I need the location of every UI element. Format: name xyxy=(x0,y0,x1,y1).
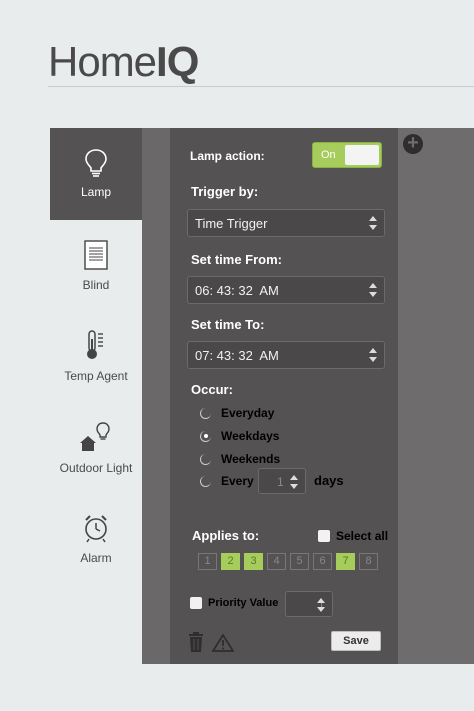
radio-label: Weekdays xyxy=(221,429,280,443)
time-to-input[interactable]: 07: 43: 32 AM xyxy=(187,341,385,369)
lamp-action-label: Lamp action: xyxy=(190,149,265,163)
trigger-select[interactable]: Time Trigger xyxy=(187,209,385,237)
select-arrows-icon xyxy=(369,216,377,230)
toggle-label: On xyxy=(321,149,336,161)
sidebar-item-alarm[interactable]: Alarm xyxy=(50,496,142,582)
header-divider xyxy=(48,86,474,87)
toggle-knob xyxy=(345,145,379,165)
select-all-checkbox[interactable]: Select all xyxy=(318,529,388,543)
time-from-input[interactable]: 06: 43: 32 AM xyxy=(187,276,385,304)
sidebar: Lamp Blind Temp Agent Outdoor Light Alar… xyxy=(50,128,142,582)
add-button[interactable]: + xyxy=(403,132,423,154)
apply-day-box[interactable]: 3 xyxy=(244,553,263,570)
lamp-action-toggle[interactable]: On xyxy=(312,142,382,168)
app-logo: HomeIQ xyxy=(48,38,199,85)
radio-circle xyxy=(200,475,211,487)
stepper-arrows-icon xyxy=(290,475,298,489)
priority-checkbox[interactable]: Priority Value xyxy=(190,597,278,609)
time-from-label: Set time From: xyxy=(191,252,283,267)
select-all-label: Select all xyxy=(336,529,389,543)
apply-day-box[interactable]: 6 xyxy=(313,553,332,570)
apply-day-box[interactable]: 1 xyxy=(198,553,217,570)
sidebar-item-lamp[interactable]: Lamp xyxy=(50,128,142,220)
applies-days-row: 1 2 3 4 5 6 7 8 xyxy=(198,553,378,570)
sidebar-item-label: Temp Agent xyxy=(64,369,128,383)
sidebar-item-label: Lamp xyxy=(80,185,112,199)
time-to-label: Set time To: xyxy=(191,317,265,332)
occur-every-radio[interactable]: Every xyxy=(200,474,254,488)
checkbox-box xyxy=(318,530,330,542)
radio-circle xyxy=(200,407,211,419)
occur-weekdays-radio[interactable]: Weekdays xyxy=(200,429,279,443)
occur-label: Occur: xyxy=(191,382,233,397)
occur-weekends-radio[interactable]: Weekends xyxy=(200,452,280,466)
time-from-value: 06: 43: 32 AM xyxy=(195,283,279,298)
apply-day-box[interactable]: 5 xyxy=(290,553,309,570)
apply-day-box[interactable]: 7 xyxy=(336,553,355,570)
outdoor-light-icon xyxy=(80,422,110,451)
sidebar-item-label: Alarm xyxy=(80,551,112,565)
blind-icon xyxy=(84,240,108,270)
stepper-value: 1 xyxy=(277,475,284,489)
trigger-value: Time Trigger xyxy=(195,216,268,231)
radio-circle xyxy=(200,430,211,442)
stepper-arrows-icon xyxy=(369,348,377,362)
checkbox-box xyxy=(190,597,202,609)
sidebar-item-temp-agent[interactable]: Temp Agent xyxy=(50,312,142,400)
thermometer-icon xyxy=(87,330,103,359)
time-to-value: 07: 43: 32 AM xyxy=(195,348,279,363)
sidebar-item-label: Outdoor Light xyxy=(59,461,133,475)
alarm-clock-icon xyxy=(85,515,107,543)
radio-label: Weekends xyxy=(221,452,281,466)
warning-icon[interactable] xyxy=(212,634,234,652)
days-label: days xyxy=(314,473,344,488)
sidebar-item-label: Blind xyxy=(82,278,110,292)
radio-label: Every xyxy=(221,474,254,488)
sidebar-item-blind[interactable]: Blind xyxy=(50,220,142,312)
apply-day-box[interactable]: 2 xyxy=(221,553,240,570)
every-days-stepper[interactable]: 1 xyxy=(258,468,306,494)
apply-day-box[interactable]: 4 xyxy=(267,553,286,570)
priority-stepper[interactable]: 1 xyxy=(285,591,333,617)
save-button[interactable]: Save xyxy=(331,631,381,651)
side-strip xyxy=(398,128,474,664)
bulb-icon xyxy=(85,149,107,177)
stepper-arrows-icon xyxy=(369,283,377,297)
trigger-label: Trigger by: xyxy=(191,184,259,199)
priority-label: Priority Value xyxy=(208,597,279,609)
apply-day-box[interactable]: 8 xyxy=(359,553,378,570)
applies-label: Applies to: xyxy=(192,528,260,543)
radio-circle xyxy=(200,453,211,465)
trash-icon[interactable] xyxy=(187,632,205,652)
occur-everyday-radio[interactable]: Everyday xyxy=(200,406,274,420)
radio-label: Everyday xyxy=(221,406,275,420)
stepper-arrows-icon xyxy=(317,598,325,612)
sidebar-item-outdoor-light[interactable]: Outdoor Light xyxy=(50,400,142,496)
plus-icon: + xyxy=(407,132,419,154)
